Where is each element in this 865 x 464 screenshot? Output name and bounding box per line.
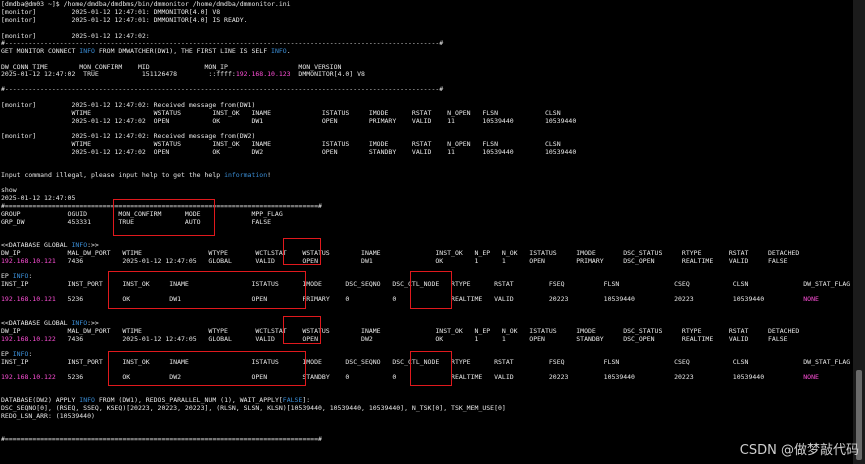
dw-ip: 192.168.10.122 — [1, 335, 56, 343]
info-keyword: INFO — [71, 241, 88, 249]
info-keyword: INFO — [12, 272, 29, 280]
dw2-global-row: 192.168.10.122 7436 2025-01-12 12:47:05 … — [1, 335, 788, 343]
info-keyword: INFO — [79, 396, 95, 404]
illegal-command-line: Input command illegal, please input help… — [1, 171, 272, 179]
dw1-global-row: 192.168.10.121 7436 2025-01-12 12:47:05 … — [1, 257, 788, 265]
monitor-ip: 192.168.10.123 — [235, 70, 291, 78]
info-keyword: INFO — [271, 47, 287, 55]
highlight-box-wstatus — [283, 316, 321, 344]
info-keyword: INFO — [12, 350, 29, 358]
dw-ip: 192.168.10.121 — [1, 257, 56, 265]
separator-line: #=======================================… — [1, 435, 322, 443]
watermark: CSDN @做梦敲代码 — [739, 443, 859, 458]
highlight-box-mon-confirm-mode — [113, 199, 215, 236]
separator-line: #---------------------------------------… — [1, 85, 444, 93]
connect-row: 2025-01-12 12:47:02 TRUE 151126478 ::fff… — [1, 70, 365, 78]
dw-stat-flag: NONE — [803, 295, 819, 303]
vertical-scrollbar[interactable] — [853, 0, 865, 464]
highlight-box-wstatus — [283, 238, 321, 265]
highlight-box-inst-ok-iname-imode — [108, 351, 306, 386]
highlight-box-rtype — [410, 271, 452, 309]
connect-line: GET MONITOR CONNECT INFO FROM DMWATCHER(… — [1, 47, 291, 55]
message-values: 2025-01-12 12:47:02 OPEN OK DW1 OPEN PRI… — [1, 117, 577, 125]
info-keyword: INFO — [79, 47, 95, 55]
terminal-output[interactable]: [dmdba@dm03 ~]$ /home/dmdba/dmdbms/bin/d… — [0, 0, 853, 464]
information-keyword: information — [224, 171, 268, 179]
startup-line: [monitor] 2025-01-12 12:47:01: DMMONITOR… — [1, 16, 248, 24]
inst-ip: 192.168.10.121 — [1, 295, 56, 303]
redo-lsn-line: REDO_LSN_ARR: (10539440) — [1, 412, 95, 420]
highlight-box-rtype — [410, 351, 452, 386]
info-keyword: INFO — [71, 319, 88, 327]
inst-ip: 192.168.10.122 — [1, 373, 56, 381]
false-keyword: FALSE — [282, 396, 303, 404]
highlight-box-inst-ok-iname-imode — [108, 271, 306, 309]
message-values: 2025-01-12 12:47:02 OPEN OK DW2 OPEN STA… — [1, 148, 577, 156]
dw-stat-flag: NONE — [803, 373, 819, 381]
